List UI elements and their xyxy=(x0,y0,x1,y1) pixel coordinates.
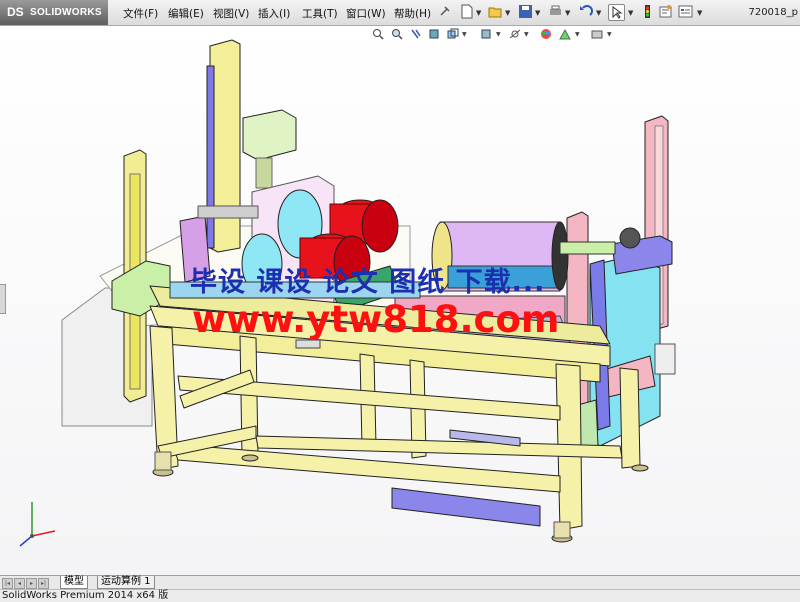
menu-insert[interactable]: 插入(I) xyxy=(258,6,290,21)
chevron-down-icon[interactable]: ▼ xyxy=(476,9,481,17)
pin-icon[interactable] xyxy=(437,4,452,19)
chevron-down-icon[interactable]: ▼ xyxy=(628,9,633,17)
menu-edit[interactable]: 编辑(E) xyxy=(168,6,204,21)
watermark-line-1: 毕设 课设 论文 图纸 下载... xyxy=(190,267,546,298)
solidworks-logo[interactable]: DS SOLIDWORKS xyxy=(0,0,108,25)
chevron-down-icon[interactable]: ▼ xyxy=(697,9,702,17)
chevron-down-icon[interactable]: ▼ xyxy=(565,9,570,17)
status-text: SolidWorks Premium 2014 x64 版 xyxy=(2,590,169,601)
right-guard-bracket xyxy=(654,343,676,375)
file-properties-icon[interactable] xyxy=(658,4,673,19)
open-folder-icon[interactable] xyxy=(488,4,503,19)
tab-motion-study[interactable]: 运动算例 1 xyxy=(97,576,155,589)
menu-tools[interactable]: 工具(T) xyxy=(302,6,338,21)
chevron-down-icon[interactable]: ▼ xyxy=(505,9,510,17)
rebuild-traffic-light-icon[interactable] xyxy=(640,4,655,19)
roller-end-right xyxy=(551,221,569,291)
print-icon[interactable] xyxy=(548,4,563,19)
first-tab-icon[interactable]: |◂ xyxy=(2,578,13,589)
logo-mark: DS xyxy=(7,5,24,19)
coordinate-triad xyxy=(19,502,56,547)
tab-model[interactable]: 模型 xyxy=(60,576,88,589)
menu-help[interactable]: 帮助(H) xyxy=(394,6,431,21)
top-green-box xyxy=(242,109,297,161)
undo-icon[interactable] xyxy=(578,4,593,19)
document-tabs-bar: |◂ ◂ ▸ ▸| 模型 运动算例 1 xyxy=(0,575,800,589)
menu-file[interactable]: 文件(F) xyxy=(123,6,158,21)
roller-shaft xyxy=(559,241,616,255)
cylinder-rod xyxy=(197,205,259,219)
options-icon[interactable] xyxy=(678,4,693,19)
status-bar: SolidWorks Premium 2014 x64 版 xyxy=(0,589,800,602)
next-tab-icon[interactable]: ▸ xyxy=(26,578,37,589)
tall-column-strip xyxy=(206,65,215,249)
chevron-down-icon[interactable]: ▼ xyxy=(596,9,601,17)
new-document-icon[interactable] xyxy=(459,4,474,19)
menu-bar: DS SOLIDWORKS 文件(F) 编辑(E) 视图(V) 插入(I) 工具… xyxy=(0,0,800,26)
save-icon[interactable] xyxy=(518,4,533,19)
chevron-down-icon[interactable]: ▼ xyxy=(535,9,540,17)
watermark-line-2: www.ytw818.com xyxy=(192,298,560,341)
menu-view[interactable]: 视图(V) xyxy=(213,6,249,21)
menu-window[interactable]: 窗口(W) xyxy=(346,6,386,21)
graphics-area[interactable]: ▼ ▼ ▼ ▼ ▼ 毕设 课设 论文 图纸 下载... www.ytw818.c… xyxy=(0,26,800,575)
top-green-box-stand xyxy=(255,157,273,189)
roller-nut xyxy=(619,227,641,249)
rail-tool xyxy=(295,339,321,349)
lower-purple-bar xyxy=(391,487,541,527)
previous-tab-icon[interactable]: ◂ xyxy=(14,578,25,589)
document-title: 720018_p xyxy=(748,7,798,18)
last-tab-icon[interactable]: ▸| xyxy=(38,578,49,589)
logo-text: SOLIDWORKS xyxy=(30,7,102,18)
select-arrow-icon[interactable] xyxy=(608,4,625,21)
back-right-leg xyxy=(619,367,641,469)
